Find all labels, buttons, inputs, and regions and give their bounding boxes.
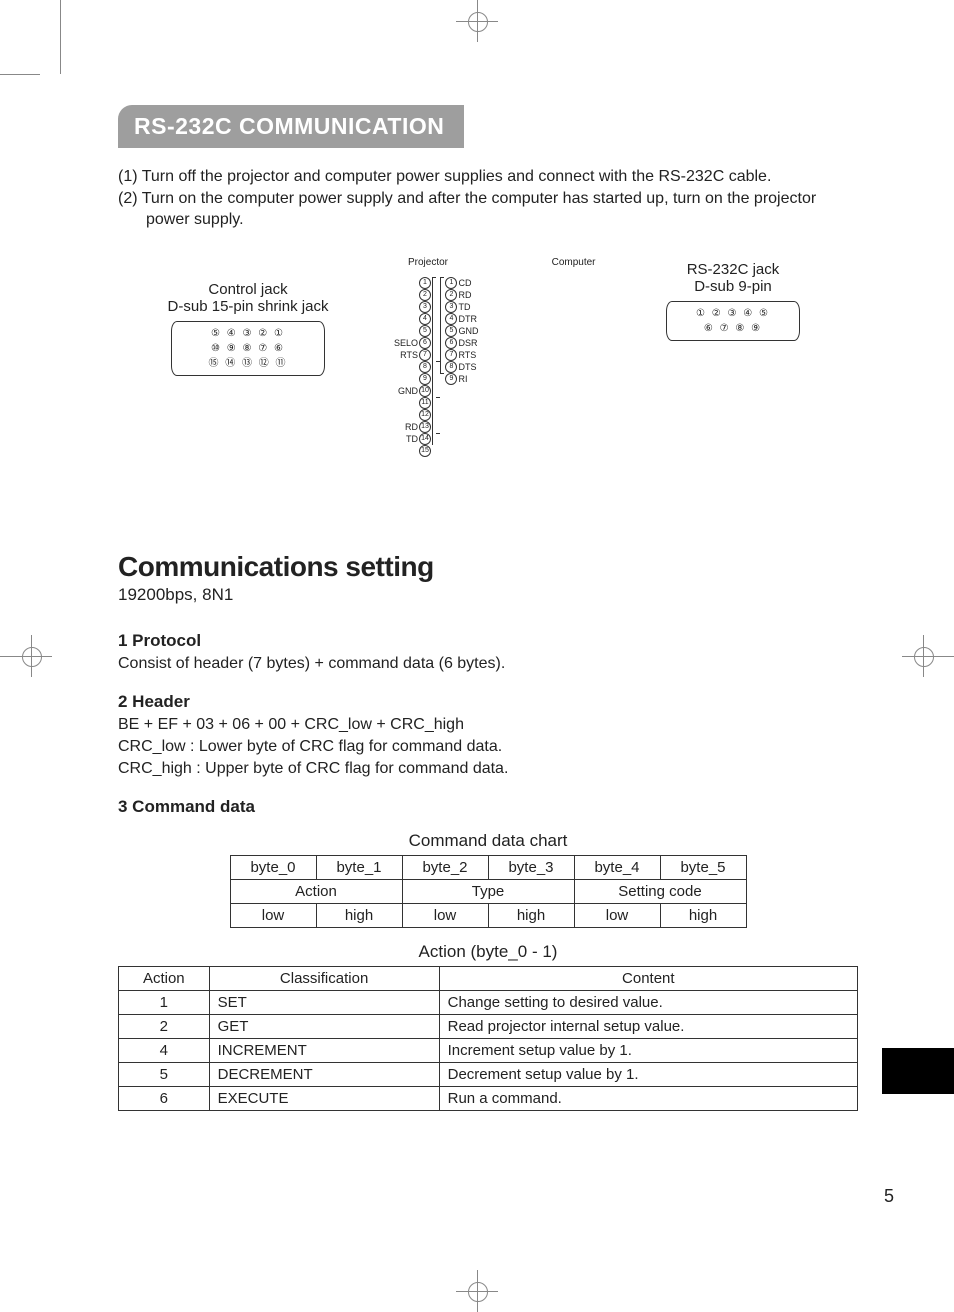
projector-column-label: Projector (388, 257, 468, 268)
action-content-cell: Increment setup value by 1. (439, 1039, 857, 1063)
section-tab-marker (882, 1048, 954, 1094)
cmd-group-cell: Type (402, 880, 574, 904)
cmd-lh-cell: low (574, 904, 660, 928)
table-row: 5 DECREMENT Decrement setup value by 1. (119, 1063, 858, 1087)
crop-mark (60, 0, 61, 74)
cmd-header-cell: byte_4 (574, 856, 660, 880)
action-content-cell: Change setting to desired value. (439, 991, 857, 1015)
computer-column-label: Computer (534, 257, 614, 268)
cmd-header-cell: byte_5 (660, 856, 746, 880)
cmd-lh-cell: low (402, 904, 488, 928)
action-code-cell: 1 (119, 991, 210, 1015)
cmd-header-cell: byte_3 (488, 856, 574, 880)
cmd-header-cell: byte_1 (316, 856, 402, 880)
action-content-cell: Read projector internal setup value. (439, 1015, 857, 1039)
action-content-cell: Run a command. (439, 1087, 857, 1111)
header-body: BE + EF + 03 + 06 + 00 + CRC_low + CRC_h… (118, 714, 858, 779)
action-head-cell: Action (119, 967, 210, 991)
page-title: RS-232C COMMUNICATION (118, 105, 464, 148)
crop-mark (0, 74, 40, 75)
action-class-cell: INCREMENT (209, 1039, 439, 1063)
command-data-chart-table: byte_0 byte_1 byte_2 byte_3 byte_4 byte_… (230, 855, 747, 928)
cmd-lh-cell: high (488, 904, 574, 928)
control-jack-label-2: D-sub 15-pin shrink jack (158, 298, 338, 315)
header-body-line-2: CRC_low : Lower byte of CRC flag for com… (118, 736, 858, 758)
table-row: 4 INCREMENT Increment setup value by 1. (119, 1039, 858, 1063)
rs232c-label-2: D-sub 9-pin (648, 278, 818, 295)
action-class-cell: EXECUTE (209, 1087, 439, 1111)
intro-line-2: (2) Turn on the computer power supply an… (118, 188, 858, 231)
cmd-lh-cell: high (660, 904, 746, 928)
registration-mark-icon (20, 645, 42, 667)
cmd-group-cell: Action (230, 880, 402, 904)
action-class-cell: SET (209, 991, 439, 1015)
action-code-cell: 2 (119, 1015, 210, 1039)
action-head-cell: Content (439, 967, 857, 991)
action-class-cell: DECREMENT (209, 1063, 439, 1087)
cmd-header-cell: byte_0 (230, 856, 316, 880)
action-code-cell: 6 (119, 1087, 210, 1111)
registration-mark-icon (466, 1280, 488, 1302)
action-content-cell: Decrement setup value by 1. (439, 1063, 857, 1087)
header-body-line-1: BE + EF + 03 + 06 + 00 + CRC_low + CRC_h… (118, 714, 858, 736)
table-row: 2 GET Read projector internal setup valu… (119, 1015, 858, 1039)
table-row: 1 SET Change setting to desired value. (119, 991, 858, 1015)
dsub15-connector-icon: ⑤ ④ ③ ② ①⑩ ⑨ ⑧ ⑦ ⑥⑮ ⑭ ⑬ ⑫ ⑪ (171, 321, 325, 376)
protocol-body: Consist of header (7 bytes) + command da… (118, 653, 858, 675)
header-heading: 2 Header (118, 692, 858, 712)
table-row: 6 EXECUTE Run a command. (119, 1087, 858, 1111)
wiring-diagram: Projector Computer 11CD 22RD 33TD 44DTR … (388, 261, 618, 458)
cmd-lh-cell: low (230, 904, 316, 928)
action-table: Action Classification Content 1 SET Chan… (118, 966, 858, 1111)
registration-mark-icon (466, 10, 488, 32)
action-head-cell: Classification (209, 967, 439, 991)
header-body-line-3: CRC_high : Upper byte of CRC flag for co… (118, 758, 858, 780)
control-jack-label-1: Control jack (158, 281, 338, 298)
wiring-pin-table: 11CD 22RD 33TD 44DTR 55GND SELO66DSR RTS… (388, 277, 618, 458)
cmd-header-cell: byte_2 (402, 856, 488, 880)
cmd-group-cell: Setting code (574, 880, 746, 904)
intro-text: (1) Turn off the projector and computer … (118, 166, 858, 231)
protocol-heading: 1 Protocol (118, 631, 858, 651)
baud-settings: 19200bps, 8N1 (118, 585, 858, 605)
cmd-lh-cell: high (316, 904, 402, 928)
action-code-cell: 5 (119, 1063, 210, 1087)
registration-mark-icon (912, 645, 934, 667)
page-content: RS-232C COMMUNICATION (1) Turn off the p… (118, 105, 858, 1111)
action-code-cell: 4 (119, 1039, 210, 1063)
page: RS-232C COMMUNICATION (1) Turn off the p… (0, 0, 954, 1312)
command-data-chart-title: Command data chart (118, 831, 858, 851)
communications-setting-heading: Communications setting (118, 551, 858, 583)
intro-line-1: (1) Turn off the projector and computer … (118, 166, 858, 188)
action-table-title: Action (byte_0 - 1) (118, 942, 858, 962)
connector-diagrams: Control jack D-sub 15-pin shrink jack ⑤ … (118, 261, 858, 491)
rs232c-label-1: RS-232C jack (648, 261, 818, 278)
rs232c-jack-diagram: RS-232C jack D-sub 9-pin ① ② ③ ④ ⑤⑥ ⑦ ⑧ … (648, 261, 818, 341)
dsub9-connector-icon: ① ② ③ ④ ⑤⑥ ⑦ ⑧ ⑨ (666, 301, 800, 341)
page-number: 5 (884, 1186, 894, 1207)
command-data-heading: 3 Command data (118, 797, 858, 817)
control-jack-diagram: Control jack D-sub 15-pin shrink jack ⑤ … (158, 281, 338, 376)
action-class-cell: GET (209, 1015, 439, 1039)
